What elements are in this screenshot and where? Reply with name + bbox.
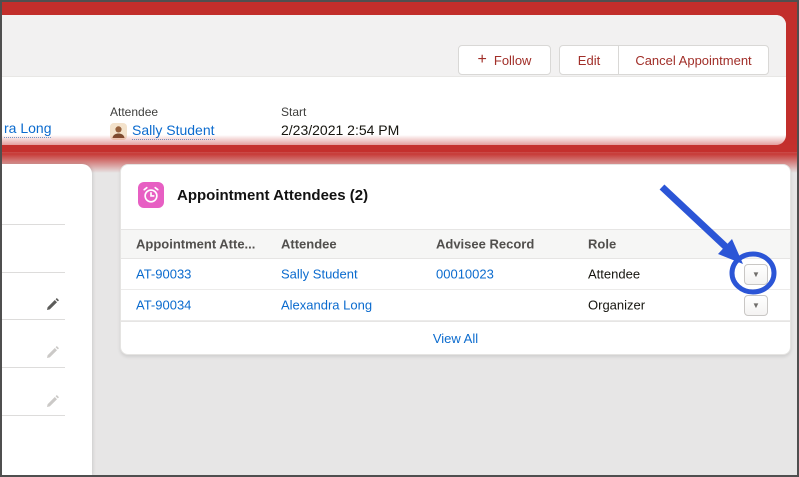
field-divider [2,319,65,320]
follow-button[interactable]: + Follow [458,45,551,75]
table-header-row: Appointment Atte... Attendee Advisee Rec… [121,229,790,259]
view-all-link[interactable]: View All [433,331,478,346]
advisee-record-link[interactable]: 00010023 [436,267,494,282]
banner-field-organizer: ra Long [4,107,51,136]
role-value: Attendee [588,267,728,282]
column-header-role[interactable]: Role [588,237,728,252]
row-actions-dropdown-button[interactable]: ▼ [744,264,768,285]
appointment-attendees-card: Appointment Attendees (2) Appointment At… [120,164,791,355]
attendee-field-label: Attendee [110,105,215,119]
column-header-attendee[interactable]: Attendee [281,237,431,252]
field-divider [2,272,65,273]
screenshot-frame: + Follow Edit Cancel Appointment ra Long… [0,0,799,477]
card-footer: View All [121,321,790,355]
edit-pencil-icon[interactable] [45,297,60,312]
record-header-panel: + Follow Edit Cancel Appointment ra Long… [2,15,786,145]
edit-button[interactable]: Edit [560,46,619,74]
edit-pencil-icon[interactable] [45,345,60,360]
start-field-label: Start [281,105,399,119]
edit-pencil-icon[interactable] [45,394,60,409]
column-header-advisee-record[interactable]: Advisee Record [436,237,581,252]
field-divider [2,415,65,416]
cancel-button-label: Cancel Appointment [635,53,751,68]
table-row: AT-90034 Alexandra Long Organizer ▼ [121,290,790,321]
edit-button-label: Edit [578,53,600,68]
column-header-appointment-attendee[interactable]: Appointment Atte... [136,237,276,252]
record-id-link[interactable]: AT-90033 [136,267,191,282]
attendee-name-link[interactable]: Sally Student [281,267,358,282]
attendee-name-link[interactable]: Alexandra Long [281,298,372,313]
record-detail-panel [2,164,92,475]
plus-icon: + [478,52,487,68]
banner-field-start: Start 2/23/2021 2:54 PM [281,105,399,138]
alarm-clock-icon [138,182,164,208]
row-actions-dropdown-button[interactable]: ▼ [744,295,768,316]
record-id-link[interactable]: AT-90034 [136,298,191,313]
related-list-title: Appointment Attendees (2) [177,187,368,204]
dropdown-arrow-icon: ▼ [752,302,760,310]
follow-button-label: Follow [494,53,532,68]
table-row: AT-90033 Sally Student 00010023 Attendee… [121,259,790,290]
cancel-appointment-button[interactable]: Cancel Appointment [619,46,768,74]
dropdown-arrow-icon: ▼ [752,271,760,279]
field-divider [2,367,65,368]
field-divider [2,224,65,225]
role-value: Organizer [588,298,728,313]
button-group: Edit Cancel Appointment [559,45,769,75]
